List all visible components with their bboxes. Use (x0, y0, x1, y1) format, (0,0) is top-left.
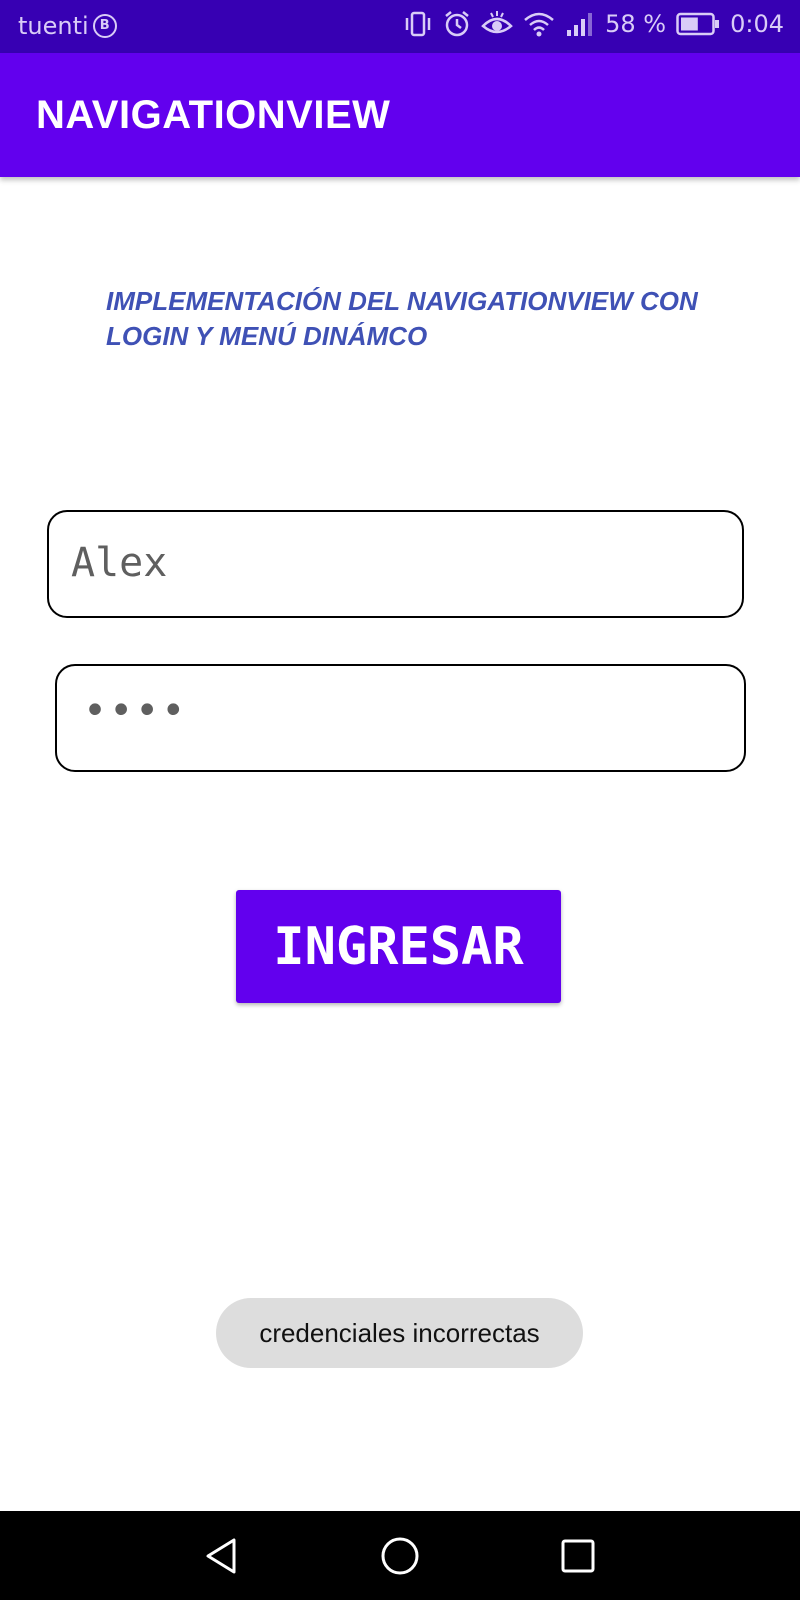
recents-button[interactable] (555, 1533, 601, 1579)
screen: tuenti B 58 % 0:04 NAVIGATIONVIEW IMPLEM… (0, 0, 800, 1600)
username-input[interactable]: Alex (47, 510, 744, 618)
eye-icon (481, 10, 513, 38)
toast: credenciales incorrectas (216, 1298, 583, 1368)
password-value: •••• (83, 688, 188, 734)
carrier: tuenti B (18, 12, 117, 40)
login-button[interactable]: INGRESAR (236, 890, 561, 1003)
login-button-label: INGRESAR (273, 916, 524, 977)
nav-bar (0, 1511, 800, 1600)
app-title: NAVIGATIONVIEW (36, 93, 391, 137)
vibrate-icon (403, 10, 433, 38)
password-input[interactable]: •••• (55, 664, 746, 772)
home-button[interactable] (377, 1533, 423, 1579)
carrier-badge-icon: B (92, 14, 117, 38)
app-bar: NAVIGATIONVIEW (0, 53, 800, 177)
alarm-icon (443, 10, 471, 38)
username-value: Alex (71, 540, 168, 586)
carrier-name: tuenti (18, 12, 89, 40)
clock: 0:04 (730, 10, 784, 38)
battery-percent: 58 % (605, 10, 667, 38)
page-heading: IMPLEMENTACIÓN DEL NAVIGATIONVIEW CON LO… (106, 286, 698, 351)
battery-icon (676, 11, 720, 37)
status-icons: 58 % 0:04 (403, 10, 784, 38)
status-bar: tuenti B 58 % 0:04 (0, 0, 800, 53)
signal-icon (565, 10, 595, 38)
back-button[interactable] (199, 1533, 245, 1579)
recents-icon (561, 1539, 595, 1573)
back-icon (206, 1538, 236, 1574)
wifi-icon (523, 10, 555, 38)
home-icon (381, 1537, 419, 1575)
toast-message: credenciales incorrectas (259, 1317, 540, 1348)
